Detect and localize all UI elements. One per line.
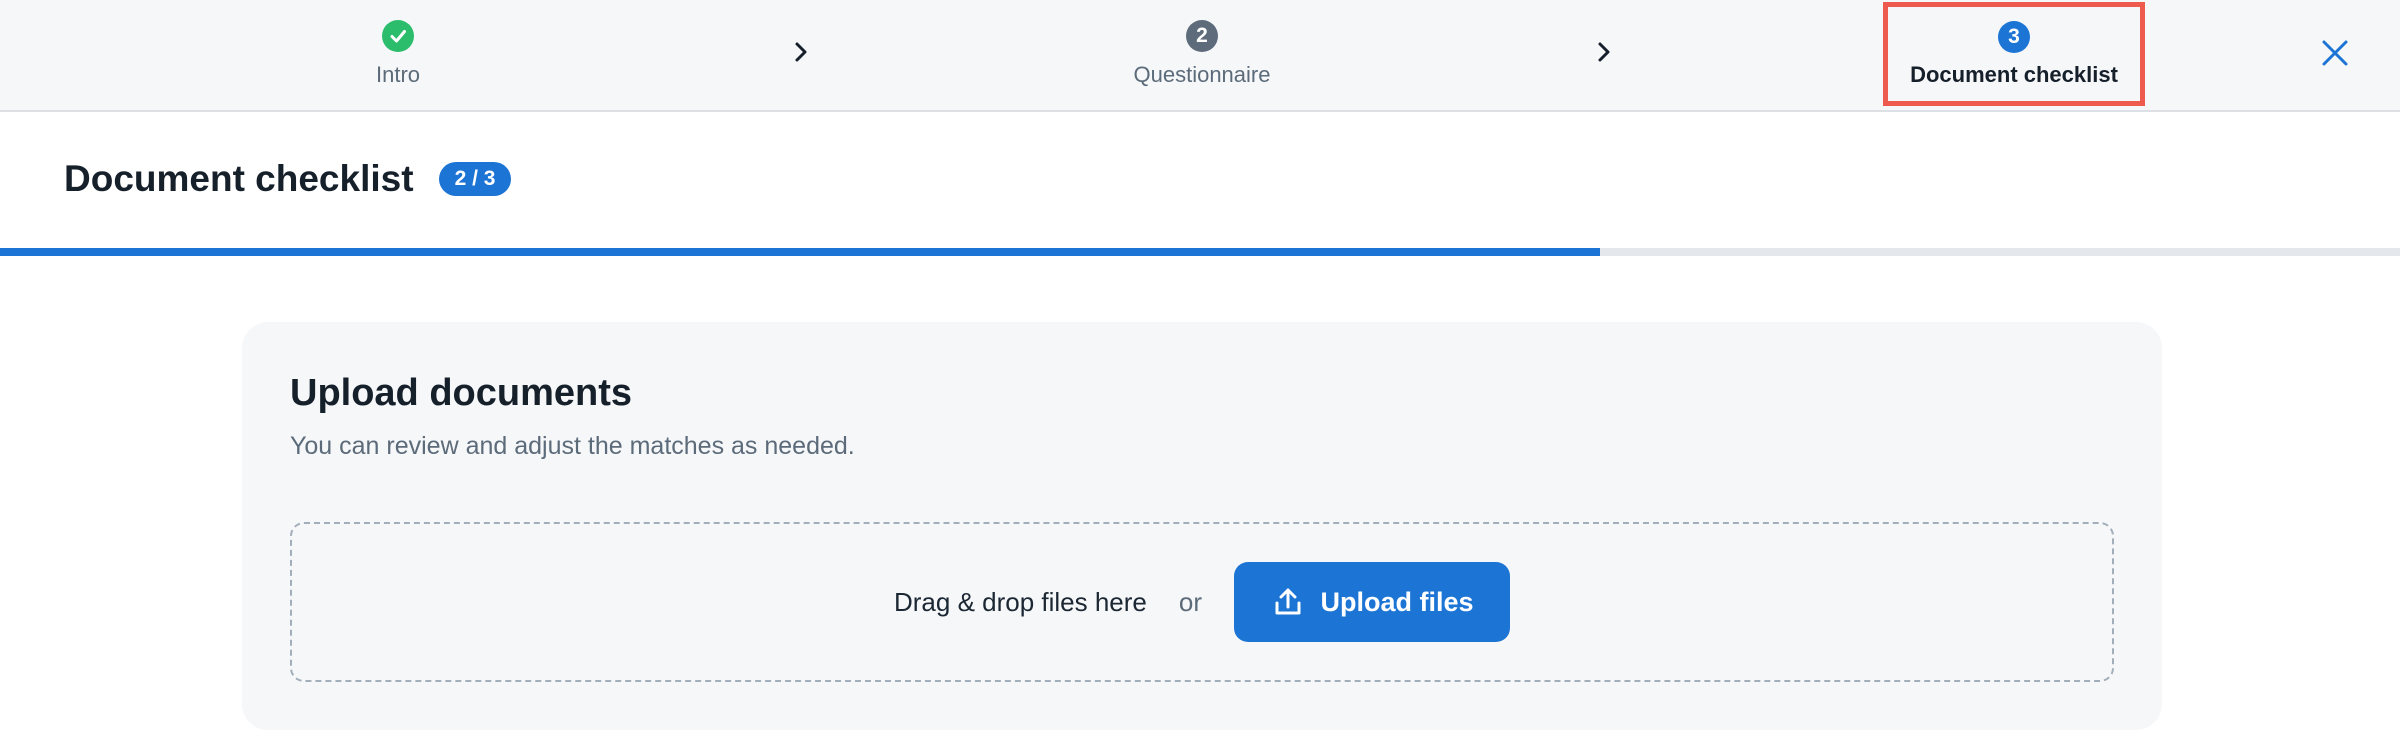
upload-icon (1271, 585, 1305, 619)
upload-button-label: Upload files (1320, 586, 1474, 617)
progress-bar-fill (0, 248, 1601, 256)
step-number: 3 (1998, 21, 2030, 53)
stepper-header: Intro 2 Questionnaire 3 Document checkli… (0, 0, 2400, 112)
step-label: Questionnaire (1133, 62, 1271, 87)
step-label: Document checklist (1910, 62, 2118, 87)
chevron-right-icon (789, 40, 813, 64)
step-intro[interactable]: Intro (318, 0, 478, 112)
card-title: Upload documents (290, 372, 633, 414)
step-questionnaire[interactable]: 2 Questionnaire (1082, 0, 1322, 112)
step-document-checklist[interactable]: 3 Document checklist (1883, 2, 2145, 106)
dropzone-text: Drag & drop files here (893, 586, 1147, 617)
card-subtitle: You can review and adjust the matches as… (290, 432, 855, 460)
upload-documents-card: Upload documents You can review and adju… (242, 322, 2162, 730)
title-row: Document checklist 2 / 3 (64, 158, 512, 200)
close-button[interactable] (2318, 38, 2352, 72)
progress-bar (0, 248, 2400, 256)
chevron-right-icon (1592, 40, 1616, 64)
step-complete-check-icon (382, 20, 414, 52)
close-icon (2321, 39, 2349, 72)
or-text: or (1178, 586, 1203, 617)
upload-files-button[interactable]: Upload files (1234, 562, 1511, 642)
progress-badge: 2 / 3 (438, 162, 512, 196)
page-title: Document checklist (64, 158, 414, 199)
step-number: 2 (1186, 20, 1218, 52)
file-dropzone[interactable]: Drag & drop files here or Upload files (290, 522, 2114, 682)
step-label: Intro (375, 62, 421, 87)
